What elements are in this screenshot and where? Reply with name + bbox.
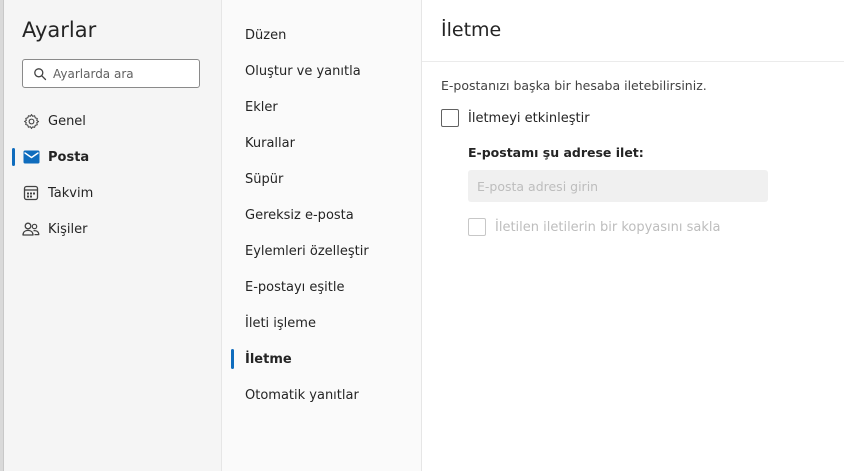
keep-copy-label: İletilen iletilerin bir kopyasını sakla [495, 219, 721, 235]
search-icon [33, 67, 47, 81]
forwarding-description: E-postanızı başka bir hesaba iletebilirs… [441, 78, 707, 93]
category-label: Posta [48, 149, 90, 165]
category-kisiler[interactable]: Kişiler [22, 217, 212, 241]
subcategory-duzen[interactable]: Düzen [245, 24, 415, 46]
settings-search-input[interactable] [53, 66, 183, 81]
category-label: Takvim [48, 185, 94, 201]
mail-settings-pane: Düzen Oluştur ve yanıtla Ekler Kurallar … [222, 0, 422, 471]
forward-address-input[interactable] [468, 170, 768, 202]
settings-search-box[interactable] [22, 59, 200, 88]
category-label: Genel [48, 113, 86, 129]
subcategory-olustur-ve-yanitla[interactable]: Oluştur ve yanıtla [245, 60, 415, 82]
subcategory-otomatik-yanitlar[interactable]: Otomatik yanıtlar [245, 384, 415, 406]
keep-copy-checkbox[interactable] [468, 218, 486, 236]
gear-icon [22, 112, 40, 130]
category-genel[interactable]: Genel [22, 109, 212, 133]
enable-forwarding-row[interactable]: İletmeyi etkinleştir [441, 109, 590, 127]
enable-forwarding-label: İletmeyi etkinleştir [468, 110, 590, 126]
category-posta[interactable]: Posta [22, 145, 212, 169]
page-header: İletme [422, 0, 844, 62]
mail-icon [22, 148, 40, 166]
subcategory-gereksiz-e-posta[interactable]: Gereksiz e-posta [245, 204, 415, 226]
enable-forwarding-checkbox[interactable] [441, 109, 459, 127]
settings-categories-pane: Ayarlar Genel Posta Takvim Kişiler [4, 0, 222, 471]
subcategory-eylemleri-ozellestir[interactable]: Eylemleri özelleştir [245, 240, 415, 262]
category-takvim[interactable]: Takvim [22, 181, 212, 205]
page-title: İletme [441, 19, 502, 41]
subcategory-ileti-isleme[interactable]: İleti işleme [245, 312, 415, 334]
subcategory-e-postayi-esitle[interactable]: E-postayı eşitle [245, 276, 415, 298]
calendar-icon [22, 184, 40, 202]
subcategory-ekler[interactable]: Ekler [245, 96, 415, 118]
active-category-indicator [12, 148, 15, 166]
keep-copy-row[interactable]: İletilen iletilerin bir kopyasını sakla [468, 218, 721, 236]
category-label: Kişiler [48, 221, 88, 237]
forwarding-settings-pane: İletme E-postanızı başka bir hesaba ilet… [422, 0, 844, 471]
subcategory-iletme[interactable]: İletme [245, 348, 415, 370]
forward-address-label: E-postamı şu adrese ilet: [468, 145, 644, 160]
subcategory-supur[interactable]: Süpür [245, 168, 415, 190]
subcategory-kurallar[interactable]: Kurallar [245, 132, 415, 154]
people-icon [22, 220, 40, 238]
active-subcategory-indicator [231, 349, 234, 369]
settings-title: Ayarlar [22, 18, 97, 42]
